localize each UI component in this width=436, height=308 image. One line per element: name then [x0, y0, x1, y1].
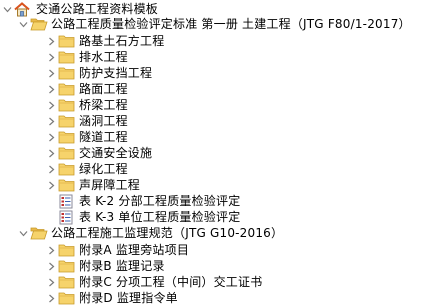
chevron-right-icon[interactable]	[46, 242, 56, 258]
tree-node-label: 表 K-3 单位工程质量检验评定	[79, 210, 241, 224]
chevron-down-icon[interactable]	[18, 225, 28, 241]
tree-node-label: 桥梁工程	[79, 98, 128, 112]
home-icon	[14, 1, 32, 17]
tree-node-folder[interactable]: 隧道工程	[46, 129, 128, 145]
tree-node-label: 隧道工程	[79, 130, 128, 144]
tree-node-folder[interactable]: 声屏障工程	[46, 177, 140, 193]
folder-icon	[58, 145, 76, 161]
folder-icon	[58, 258, 76, 274]
chevron-right-icon[interactable]	[46, 113, 56, 129]
tree-node-folder[interactable]: 附录A 监理旁站项目	[46, 242, 189, 258]
tree-node-label: 附录D 监理指令单	[79, 291, 178, 305]
tree-node-folder[interactable]: 排水工程	[46, 49, 128, 65]
chevron-right-icon[interactable]	[46, 274, 56, 290]
chevron-right-icon[interactable]	[46, 65, 56, 81]
folder-icon	[58, 290, 76, 306]
tree-node-folder[interactable]: 防护支挡工程	[46, 65, 152, 81]
tree-node-label: 附录B 监理记录	[79, 259, 165, 273]
form-document-icon	[58, 209, 76, 225]
template-tree: 交通公路工程资料模板 公路工程质量检验评定标准 第一册 土建工程（JTG F80…	[0, 0, 436, 308]
tree-node-folder[interactable]: 附录D 监理指令单	[46, 290, 178, 306]
tree-node-jtg-g10[interactable]: 公路工程施工监理规范（JTG G10-2016）	[18, 225, 283, 241]
chevron-down-icon[interactable]	[2, 1, 12, 17]
tree-node-folder[interactable]: 交通安全设施	[46, 145, 152, 161]
chevron-right-icon[interactable]	[46, 49, 56, 65]
tree-node-folder[interactable]: 附录B 监理记录	[46, 258, 165, 274]
tree-node-label: 公路工程质量检验评定标准 第一册 土建工程（JTG F80/1-2017）	[51, 17, 411, 31]
folder-icon	[58, 97, 76, 113]
folder-icon	[58, 33, 76, 49]
chevron-right-icon[interactable]	[46, 129, 56, 145]
tree-node-jtg-f80[interactable]: 公路工程质量检验评定标准 第一册 土建工程（JTG F80/1-2017）	[18, 16, 411, 32]
folder-icon	[58, 161, 76, 177]
tree-node-label: 附录C 分项工程（中间）交工证书	[79, 275, 263, 289]
tree-node-folder[interactable]: 路基土石方工程	[46, 33, 164, 49]
tree-node-label: 附录A 监理旁站项目	[79, 243, 190, 257]
folder-icon	[58, 274, 76, 290]
chevron-right-icon[interactable]	[46, 290, 56, 306]
folder-icon	[58, 113, 76, 129]
tree-node-label: 交通安全设施	[79, 146, 153, 160]
folder-icon	[58, 242, 76, 258]
tree-node-folder[interactable]: 路面工程	[46, 81, 128, 97]
chevron-right-icon[interactable]	[46, 33, 56, 49]
tree-node-folder[interactable]: 桥梁工程	[46, 97, 128, 113]
tree-node-label: 路基土石方工程	[79, 34, 165, 48]
folder-icon	[58, 49, 76, 65]
tree-node-label: 声屏障工程	[79, 178, 141, 192]
tree-node-folder[interactable]: 附录C 分项工程（中间）交工证书	[46, 274, 262, 290]
tree-node-root[interactable]: 交通公路工程资料模板	[2, 1, 160, 17]
tree-node-form[interactable]: 表 K-3 单位工程质量检验评定	[58, 209, 240, 225]
tree-node-folder[interactable]: 涵洞工程	[46, 113, 128, 129]
folder-icon	[58, 177, 76, 193]
tree-node-label: 路面工程	[79, 82, 128, 96]
chevron-right-icon[interactable]	[46, 258, 56, 274]
tree-node-form[interactable]: 表 K-2 分部工程质量检验评定	[58, 193, 240, 209]
chevron-right-icon[interactable]	[46, 161, 56, 177]
chevron-right-icon[interactable]	[46, 81, 56, 97]
tree-node-label: 公路工程施工监理规范（JTG G10-2016）	[51, 226, 284, 240]
chevron-right-icon[interactable]	[46, 145, 56, 161]
tree-node-label: 防护支挡工程	[79, 66, 153, 80]
chevron-right-icon[interactable]	[46, 97, 56, 113]
folder-open-icon	[30, 16, 48, 32]
tree-node-label: 表 K-2 分部工程质量检验评定	[79, 194, 241, 208]
form-document-icon	[58, 193, 76, 209]
tree-node-folder[interactable]: 绿化工程	[46, 161, 128, 177]
chevron-right-icon[interactable]	[46, 177, 56, 193]
folder-icon	[58, 81, 76, 97]
tree-node-label: 交通公路工程资料模板	[35, 1, 160, 17]
folder-icon	[58, 129, 76, 145]
tree-node-label: 涵洞工程	[79, 114, 128, 128]
tree-node-label: 排水工程	[79, 50, 128, 64]
folder-icon	[58, 65, 76, 81]
folder-open-icon	[30, 225, 48, 241]
chevron-down-icon[interactable]	[18, 16, 28, 32]
tree-node-label: 绿化工程	[79, 162, 128, 176]
